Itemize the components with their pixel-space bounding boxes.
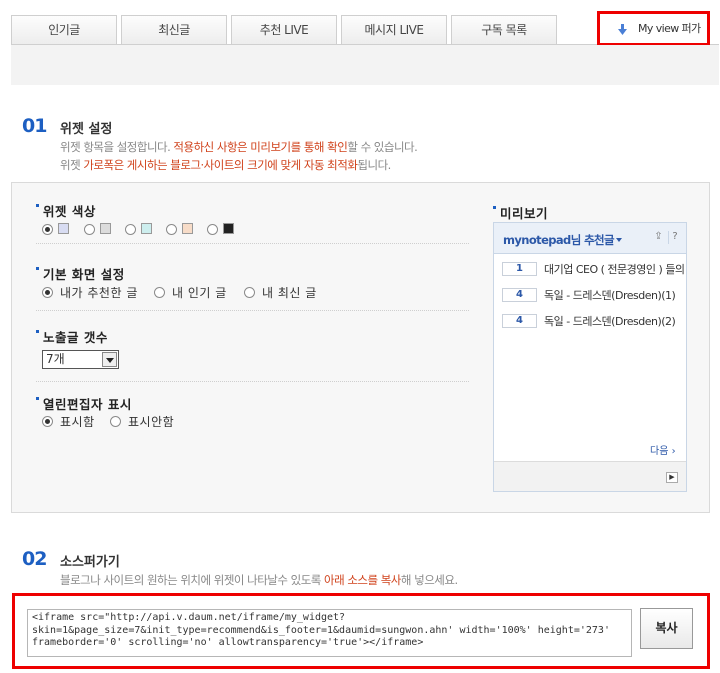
radio-label: 내 인기 글 <box>172 286 227 300</box>
widget-settings-page: 인기글 최신글 추천 LIVE 메시지 LIVE 구독 목록 My view 퍼… <box>0 0 720 673</box>
source-code-textarea[interactable]: <iframe src="http://api.v.daum.net/ifram… <box>27 609 632 657</box>
desc-highlight: 가로폭은 게시하는 블로그·사이트의 크기에 맞게 자동 최적화 <box>83 158 358 172</box>
select-value: 7개 <box>46 352 65 366</box>
preview-item[interactable]: 4 독일 - 드레스덴(Dresden)(1) <box>502 287 682 305</box>
radio-my-popular[interactable] <box>154 287 165 298</box>
color-swatch <box>100 223 111 234</box>
header-band <box>11 45 719 85</box>
color-radio[interactable] <box>42 224 53 235</box>
preview-item[interactable]: 4 독일 - 드레스덴(Dresden)(2) <box>502 313 682 331</box>
default-view-label: 기본 화면 설정 <box>36 264 125 283</box>
chevron-down-icon <box>102 352 117 367</box>
preview-widget: mynotepad님 추천글 ⇪ ? 1 대기업 CEO ( 전문경영인 ) 들의… <box>493 222 687 492</box>
desc-text: 블로그나 사이트의 원하는 위치에 위젯이 나타날수 있도록 <box>60 573 325 587</box>
color-swatch <box>141 223 152 234</box>
section-number: 02 <box>22 548 47 570</box>
section-title: 위젯 설정 <box>60 122 113 137</box>
color-radio[interactable] <box>166 224 177 235</box>
color-swatch <box>223 223 234 234</box>
preview-footer: ▶ <box>494 461 686 491</box>
radio-show[interactable] <box>42 416 53 427</box>
desc-text: 위젯 항목을 설정합니다. <box>60 140 174 154</box>
section-description: 위젯 가로폭은 게시하는 블로그·사이트의 크기에 맞게 자동 최적화됩니다. <box>60 157 391 173</box>
desc-text: 할 수 있습니다. <box>347 140 418 154</box>
help-icon[interactable]: ? <box>668 231 681 244</box>
post-count-select[interactable]: 7개 <box>42 350 119 369</box>
color-swatch <box>182 223 193 234</box>
radio-label: 표시안함 <box>128 415 175 429</box>
tab-latest[interactable]: 최신글 <box>121 15 227 45</box>
preview-item-text: 독일 - 드레스덴(Dresden)(2) <box>544 315 676 328</box>
editor-display-label: 열린편집자 표시 <box>36 394 132 413</box>
divider <box>36 243 469 244</box>
post-count-label: 노출글 갯수 <box>36 327 108 346</box>
radio-my-recommended[interactable] <box>42 287 53 298</box>
chevron-right-icon: › <box>671 446 676 457</box>
color-radio[interactable] <box>84 224 95 235</box>
section-description: 위젯 항목을 설정합니다. 적용하신 사항은 미리보기를 통해 확인할 수 있습… <box>60 139 418 155</box>
desc-highlight: 적용하신 사항은 미리보기를 통해 확인 <box>173 140 348 154</box>
radio-label: 표시함 <box>60 415 95 429</box>
rank-badge: 4 <box>502 288 537 302</box>
color-swatch <box>58 223 69 234</box>
color-radio[interactable] <box>207 224 218 235</box>
preview-item-text: 대기업 CEO ( 전문경영인 ) 들의 <box>544 263 685 276</box>
desc-text: 위젯 <box>60 158 84 172</box>
rank-badge: 4 <box>502 314 537 328</box>
tab-recommend-live[interactable]: 추천 LIVE <box>231 15 337 45</box>
source-code-area: <iframe src="http://api.v.daum.net/ifram… <box>12 593 710 669</box>
section-description: 블로그나 사이트의 원하는 위치에 위젯이 나타날수 있도록 아래 소스를 복사… <box>60 572 458 588</box>
preview-item[interactable]: 1 대기업 CEO ( 전문경영인 ) 들의 <box>502 261 685 279</box>
download-arrow-icon <box>618 24 627 35</box>
copy-button[interactable]: 복사 <box>640 608 693 649</box>
radio-my-latest[interactable] <box>244 287 255 298</box>
desc-highlight: 아래 소스를 복사 <box>324 573 401 587</box>
next-label: 다음 <box>650 446 669 457</box>
tab-myview-embed[interactable]: My view 퍼가기 <box>597 11 710 64</box>
widget-color-label: 위젯 색상 <box>36 201 96 220</box>
preview-item-text: 독일 - 드레스덴(Dresden)(1) <box>544 289 676 302</box>
radio-label: 내 최신 글 <box>262 286 317 300</box>
divider <box>36 381 469 382</box>
desc-text: 됩니다. <box>357 158 391 172</box>
tab-message-live[interactable]: 메시지 LIVE <box>341 15 447 45</box>
tab-popular[interactable]: 인기글 <box>11 15 117 45</box>
desc-text: 해 넣으세요. <box>400 573 458 587</box>
preview-title[interactable]: mynotepad님 추천글 <box>503 232 615 248</box>
radio-hide[interactable] <box>110 416 121 427</box>
tab-subscriptions[interactable]: 구독 목록 <box>451 15 557 45</box>
play-icon[interactable]: ▶ <box>666 472 678 483</box>
divider <box>36 310 469 311</box>
next-link[interactable]: 다음 › <box>650 442 676 457</box>
color-radio[interactable] <box>125 224 136 235</box>
share-icon[interactable]: ⇪ <box>652 231 665 244</box>
preview-label: 미리보기 <box>492 203 548 222</box>
rank-badge: 1 <box>502 262 537 276</box>
section-number: 01 <box>22 115 47 137</box>
preview-header: mynotepad님 추천글 ⇪ ? <box>494 223 686 254</box>
radio-label: 내가 추천한 글 <box>60 286 138 300</box>
section-title: 소스퍼가기 <box>60 555 120 570</box>
caret-down-icon <box>616 238 622 242</box>
